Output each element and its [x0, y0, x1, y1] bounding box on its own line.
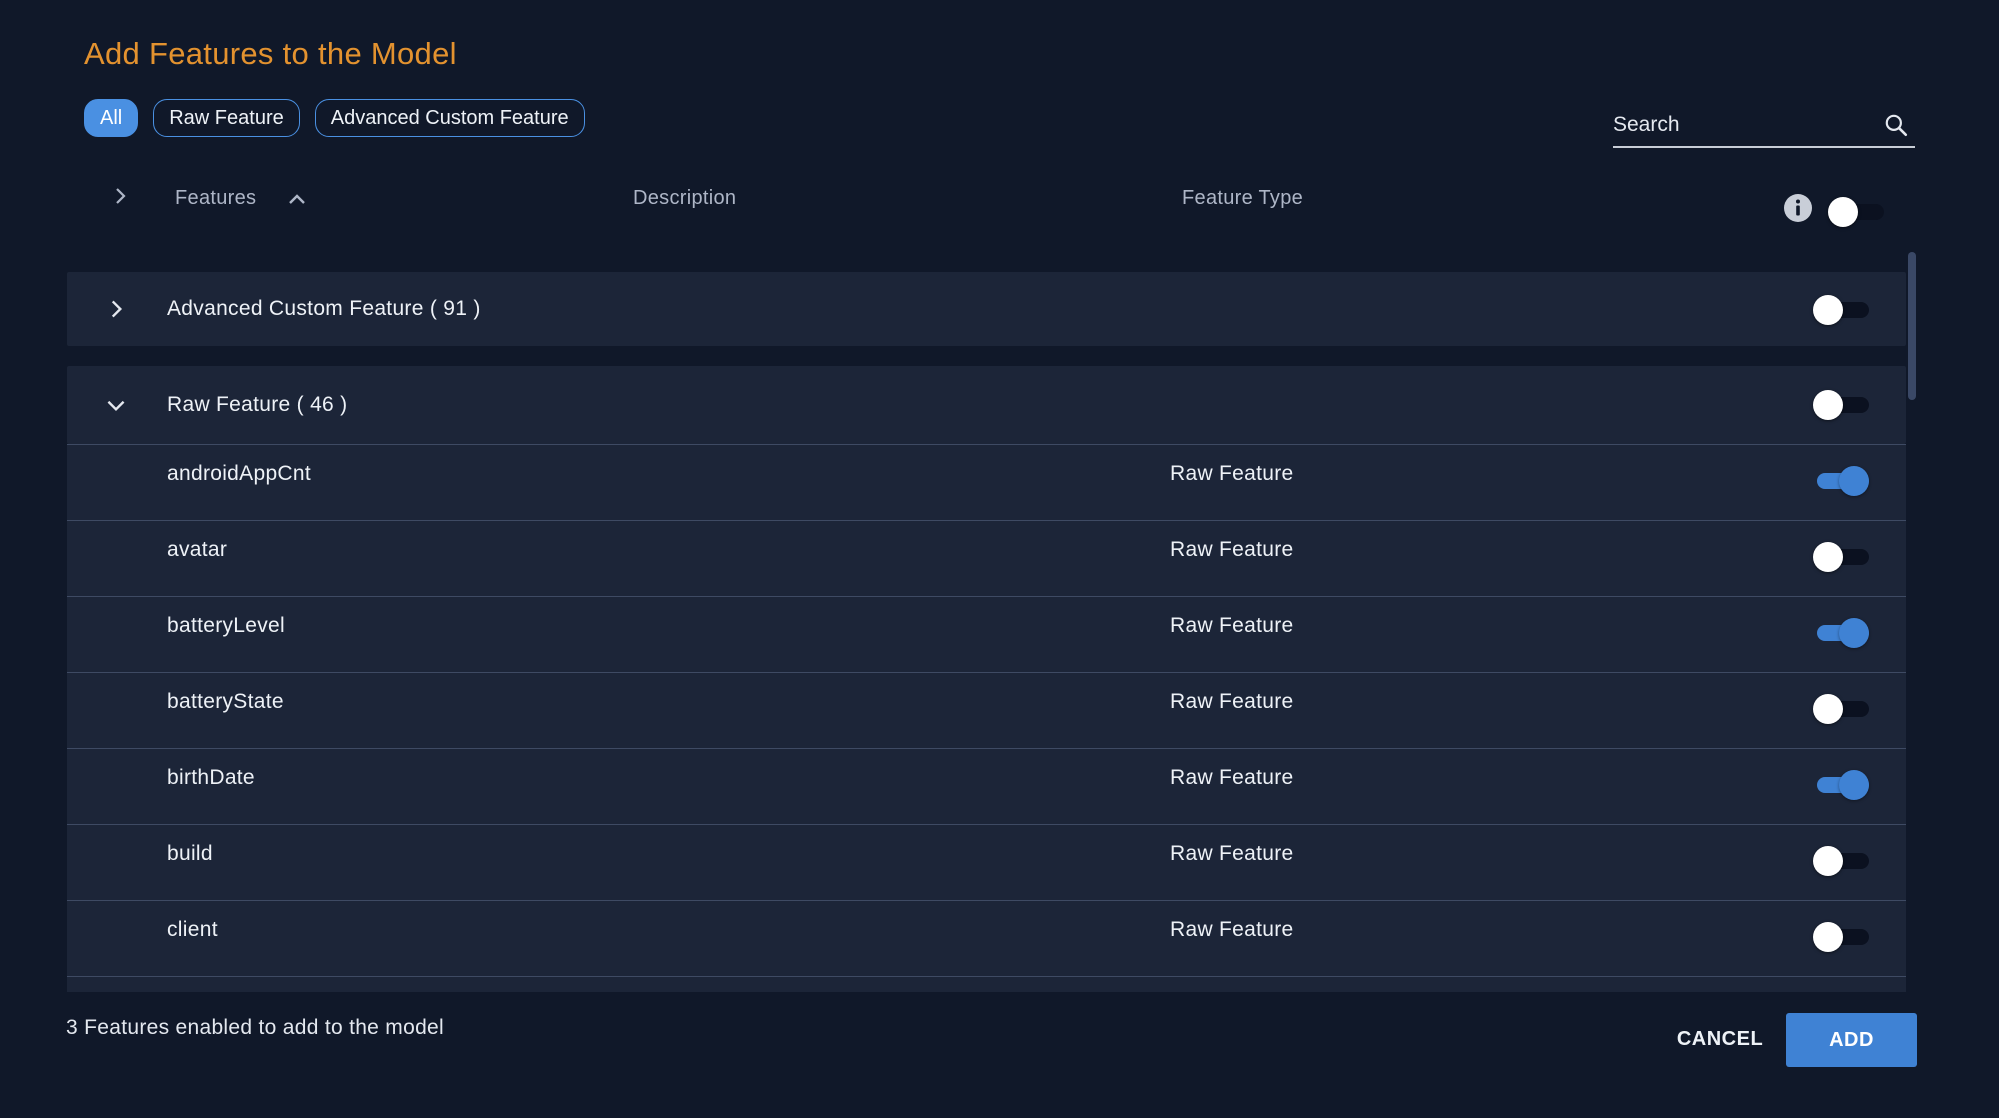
filter-chip-all[interactable]: All — [84, 99, 139, 137]
table-row[interactable]: avatar Raw Feature — [67, 520, 1906, 596]
table-row[interactable]: build Raw Feature — [67, 824, 1906, 900]
table-row[interactable]: androidAppCnt Raw Feature — [67, 444, 1906, 520]
toggle-knob — [1813, 390, 1843, 420]
group-label: Raw Feature ( 46 ) — [167, 393, 348, 416]
group-toggle-advanced-custom-feature[interactable] — [1813, 294, 1869, 325]
table-row[interactable]: birthDate Raw Feature — [67, 748, 1906, 824]
chevron-right-icon[interactable] — [103, 296, 129, 322]
feature-name: birthDate — [167, 766, 255, 789]
toggle-knob — [1813, 295, 1843, 325]
sort-ascending-icon[interactable] — [285, 188, 309, 212]
toggle-knob — [1828, 197, 1858, 227]
table-row[interactable]: batteryState Raw Feature — [67, 672, 1906, 748]
feature-type: Raw Feature — [1170, 918, 1294, 941]
column-header-features[interactable]: Features — [175, 187, 256, 210]
toggle-knob — [1813, 922, 1843, 952]
select-all-toggle[interactable] — [1828, 196, 1884, 227]
feature-toggle[interactable] — [1813, 769, 1869, 800]
group-label: Advanced Custom Feature ( 91 ) — [167, 297, 481, 320]
feature-name: androidAppCnt — [167, 462, 311, 485]
feature-type: Raw Feature — [1170, 690, 1294, 713]
feature-name: batteryLevel — [167, 614, 286, 637]
feature-type: Raw Feature — [1170, 538, 1294, 561]
search-input[interactable] — [1613, 108, 1873, 142]
filter-chips: All Raw Feature Advanced Custom Feature — [84, 99, 585, 137]
feature-toggle[interactable] — [1813, 541, 1869, 572]
group-toggle-raw-feature[interactable] — [1813, 389, 1869, 420]
feature-type: Raw Feature — [1170, 842, 1294, 865]
toggle-knob — [1813, 542, 1843, 572]
scrollbar[interactable] — [1906, 252, 1918, 992]
cancel-button[interactable]: CANCEL — [1662, 1012, 1778, 1066]
group-advanced-custom-feature[interactable]: Advanced Custom Feature ( 91 ) — [67, 272, 1906, 346]
feature-type: Raw Feature — [1170, 766, 1294, 789]
table-row[interactable]: batteryLevel Raw Feature — [67, 596, 1906, 672]
toggle-knob — [1813, 694, 1843, 724]
feature-name: batteryState — [167, 690, 284, 713]
feature-toggle[interactable] — [1813, 465, 1869, 496]
group-raw-feature[interactable]: Raw Feature ( 46 ) — [67, 366, 1906, 444]
toggle-knob — [1839, 466, 1869, 496]
chevron-down-icon[interactable] — [103, 392, 129, 418]
feature-name: avatar — [167, 538, 228, 561]
feature-toggle[interactable] — [1813, 693, 1869, 724]
add-button[interactable]: ADD — [1786, 1013, 1917, 1067]
feature-toggle[interactable] — [1813, 845, 1869, 876]
page-title: Add Features to the Model — [84, 36, 457, 71]
feature-name: client — [167, 918, 218, 941]
filter-chip-raw-feature[interactable]: Raw Feature — [153, 99, 300, 137]
enabled-count-status: 3 Features enabled to add to the model — [66, 1016, 444, 1039]
feature-toggle[interactable] — [1813, 921, 1869, 952]
expand-all-chevron-icon[interactable] — [108, 184, 132, 208]
scrollbar-thumb[interactable] — [1908, 252, 1916, 400]
table-header: Features Description Feature Type — [68, 176, 1906, 236]
table-row[interactable]: client Raw Feature — [67, 900, 1906, 976]
search-box — [1613, 108, 1915, 148]
table-row[interactable] — [67, 976, 1906, 992]
info-icon[interactable] — [1783, 193, 1813, 223]
feature-type: Raw Feature — [1170, 462, 1294, 485]
toggle-knob — [1813, 846, 1843, 876]
feature-toggle[interactable] — [1813, 617, 1869, 648]
column-header-feature-type: Feature Type — [1182, 187, 1304, 209]
search-icon[interactable] — [1883, 112, 1909, 138]
feature-list: Advanced Custom Feature ( 91 ) Raw Featu… — [67, 250, 1906, 992]
toggle-knob — [1839, 618, 1869, 648]
filter-chip-advanced-custom-feature[interactable]: Advanced Custom Feature — [314, 99, 585, 137]
feature-type: Raw Feature — [1170, 614, 1294, 637]
feature-name: build — [167, 842, 213, 865]
column-header-description: Description — [633, 187, 737, 209]
toggle-knob — [1839, 770, 1869, 800]
